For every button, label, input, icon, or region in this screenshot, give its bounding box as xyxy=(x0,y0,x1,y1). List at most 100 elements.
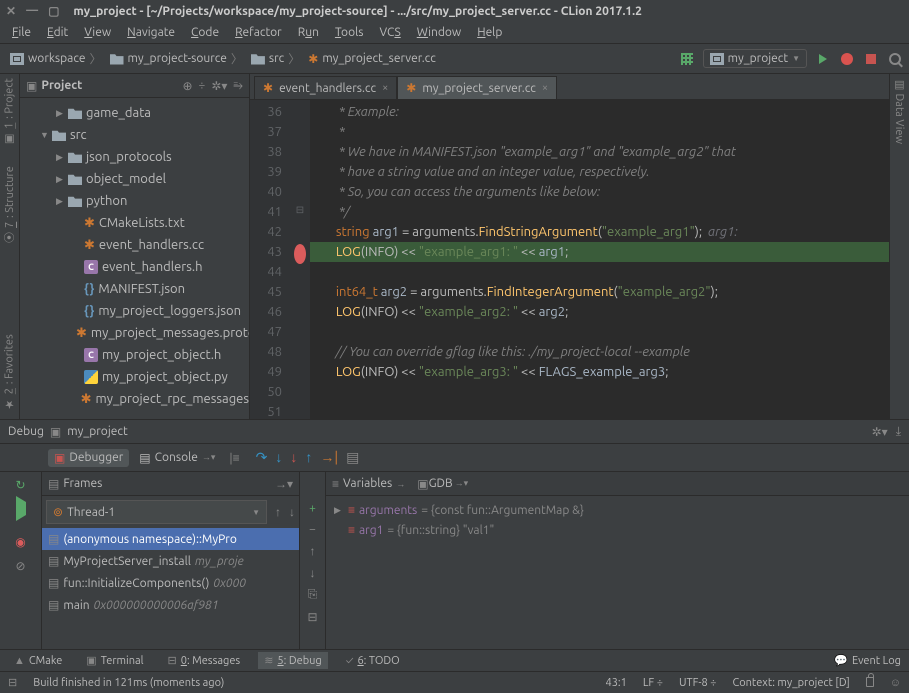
tree-row[interactable]: Cmy_project_object.h xyxy=(20,344,249,366)
frame-row[interactable]: ▤MyProjectServer_installmy_proje xyxy=(42,550,299,572)
encoding[interactable]: UTF-8 ÷ xyxy=(679,677,717,689)
variable-row[interactable]: ▶≡ arguments = {const fun::ArgumentMap &… xyxy=(330,500,905,520)
tree-row[interactable]: ▶json_protocols xyxy=(20,146,249,168)
breadcrumb[interactable]: ✱my_project_server.cc xyxy=(304,50,440,68)
tool-dataview-tab[interactable]: ▤ Data View xyxy=(893,78,906,144)
step-out-icon[interactable]: ↑ xyxy=(305,449,312,466)
search-button[interactable] xyxy=(887,51,903,67)
step-over-icon[interactable]: ↷ xyxy=(256,449,268,466)
thread-selector[interactable]: ⊚Thread-1 ▼ xyxy=(46,500,267,524)
editor-tab[interactable]: ✱event_handlers.cc× xyxy=(254,76,397,99)
menu-tools[interactable]: Tools xyxy=(329,24,370,41)
breadcrumb[interactable]: src〉 xyxy=(247,48,304,69)
tree-row[interactable]: ✱event_handlers.cc xyxy=(20,234,249,256)
tree-row[interactable]: {}MANIFEST.json xyxy=(20,278,249,300)
status-icon[interactable]: ⊟ xyxy=(8,676,17,689)
view-breakpoints-icon[interactable]: ◉ xyxy=(15,535,25,549)
tree-row[interactable]: {}my_project_loggers.json xyxy=(20,300,249,322)
breakpoint-icon[interactable] xyxy=(294,244,306,264)
menu-refactor[interactable]: Refactor xyxy=(229,24,288,41)
hide-icon[interactable]: ⥱ xyxy=(233,79,243,93)
variables-list[interactable]: ▶≡ arguments = {const fun::ArgumentMap &… xyxy=(326,496,909,649)
tool-structure-tab[interactable]: ⦿ 7: Structure xyxy=(2,166,18,243)
tree-row[interactable]: ▼src xyxy=(20,124,249,146)
more-icon[interactable]: ⊟ xyxy=(307,610,317,624)
tool-favorites-tab[interactable]: ★ 2: Favorites xyxy=(3,334,16,411)
messages-tab[interactable]: ⊟0: Messages xyxy=(162,652,247,669)
editor-tab[interactable]: ✱my_project_server.cc× xyxy=(397,76,557,99)
frame-row[interactable]: ▤fun::InitializeComponents()0x000 xyxy=(42,572,299,594)
add-watch-icon[interactable]: + xyxy=(309,502,316,515)
gear-icon[interactable]: ✲▾ xyxy=(872,425,888,439)
evaluate-icon[interactable]: ▤ xyxy=(346,449,359,466)
code-area[interactable]: 36373839404142434445464748495051 ⊟ * Exa… xyxy=(250,100,889,419)
console-tab[interactable]: ▤Console→▾ xyxy=(133,449,221,467)
lock-icon[interactable] xyxy=(866,677,874,687)
tree-row[interactable]: ▶python xyxy=(20,190,249,212)
tree-row[interactable]: Cevent_handlers.h xyxy=(20,256,249,278)
frame-row[interactable]: ▤(anonymous namespace)::MyPro xyxy=(42,528,299,550)
copy-icon[interactable]: ⎘ xyxy=(308,588,318,602)
tool-project-tab[interactable]: ▣ 1: Project xyxy=(3,78,16,146)
down-icon[interactable]: ↓ xyxy=(310,566,316,580)
tree-row[interactable]: ▶game_data xyxy=(20,102,249,124)
tree-row[interactable]: ✱my_project_messages.proto xyxy=(20,322,249,344)
tree-row[interactable]: ✱CMakeLists.txt xyxy=(20,212,249,234)
resume-button[interactable] xyxy=(16,502,26,515)
todo-tab[interactable]: ✓6: TODO xyxy=(340,653,406,669)
step-into-icon[interactable]: ↓ xyxy=(275,449,282,466)
terminal-tab[interactable]: ▣Terminal xyxy=(80,652,149,669)
frame-row[interactable]: ▤main0x000000000006af981 xyxy=(42,594,299,616)
mute-breakpoints-icon[interactable]: ⊘ xyxy=(15,559,25,573)
gear-icon[interactable]: ✲▾ xyxy=(211,79,227,93)
code-lines[interactable]: * Example: * * We have in MANIFEST.json … xyxy=(310,100,889,419)
collapse-icon[interactable]: ⊕ xyxy=(182,79,192,93)
context[interactable]: Context: my_project [D] xyxy=(732,677,849,689)
frame-list[interactable]: ▤(anonymous namespace)::MyPro▤MyProjectS… xyxy=(42,528,299,649)
breadcrumb[interactable]: my_project-source〉 xyxy=(106,48,247,69)
menu-navigate[interactable]: Navigate xyxy=(121,24,181,41)
menu-run[interactable]: Run xyxy=(292,24,325,41)
run-to-cursor-icon[interactable]: →| xyxy=(320,449,338,466)
tree-row[interactable]: ✱my_project_rpc_messages xyxy=(20,388,249,410)
menu-vcs[interactable]: VCS xyxy=(373,24,406,41)
breadcrumb[interactable]: workspace〉 xyxy=(6,48,106,69)
tree-row[interactable]: ▶object_model xyxy=(20,168,249,190)
stop-button[interactable] xyxy=(863,51,879,67)
pin-icon[interactable]: ⤓ xyxy=(896,425,901,439)
cmake-tab[interactable]: ▲CMake xyxy=(8,653,68,669)
prev-frame-icon[interactable]: ↑ xyxy=(271,505,285,519)
hector-icon[interactable]: ☺ xyxy=(890,677,901,689)
debug-tab[interactable]: ≋5: Debug xyxy=(258,652,328,669)
run-config-selector[interactable]: my_project▼ xyxy=(703,49,807,68)
menu-view[interactable]: View xyxy=(78,24,117,41)
up-icon[interactable]: ↑ xyxy=(310,544,316,558)
line-separator[interactable]: LF ÷ xyxy=(643,677,663,689)
tree-row[interactable]: my_project_object.py xyxy=(20,366,249,388)
remove-watch-icon[interactable]: − xyxy=(309,523,316,536)
debug-button[interactable] xyxy=(839,51,855,67)
window-buttons[interactable]: ✕ — ▢ xyxy=(6,4,59,18)
close-icon[interactable]: ✕ xyxy=(6,4,16,18)
close-icon[interactable]: × xyxy=(382,82,388,94)
target-icon[interactable]: ÷ xyxy=(199,79,206,93)
menu-file[interactable]: File xyxy=(6,24,37,41)
menu-edit[interactable]: Edit xyxy=(41,24,74,41)
menu-code[interactable]: Code xyxy=(185,24,225,41)
restore-icon[interactable]: →▾ xyxy=(275,477,293,491)
close-icon[interactable]: × xyxy=(542,82,548,94)
maximize-icon[interactable]: ▢ xyxy=(48,4,59,18)
debugger-tab[interactable]: ▣Debugger xyxy=(48,449,129,467)
variable-row[interactable]: ≡ arg1 = {fun::string} "val1" xyxy=(330,520,905,540)
caret-position[interactable]: 43:1 xyxy=(606,677,627,689)
next-frame-icon[interactable]: ↓ xyxy=(285,505,299,519)
gutter-marks[interactable]: ⊟ xyxy=(290,100,310,419)
menu-window[interactable]: Window xyxy=(411,24,467,41)
minimize-icon[interactable]: — xyxy=(26,4,38,18)
rerun-icon[interactable]: ↻ xyxy=(15,478,25,492)
run-button[interactable] xyxy=(815,51,831,67)
force-step-icon[interactable]: ↓ xyxy=(290,449,297,466)
project-tree[interactable]: ▶game_data▼src▶json_protocols▶object_mod… xyxy=(20,98,249,419)
event-log-tab[interactable]: Event Log xyxy=(852,655,901,667)
build-icon[interactable] xyxy=(679,51,695,67)
